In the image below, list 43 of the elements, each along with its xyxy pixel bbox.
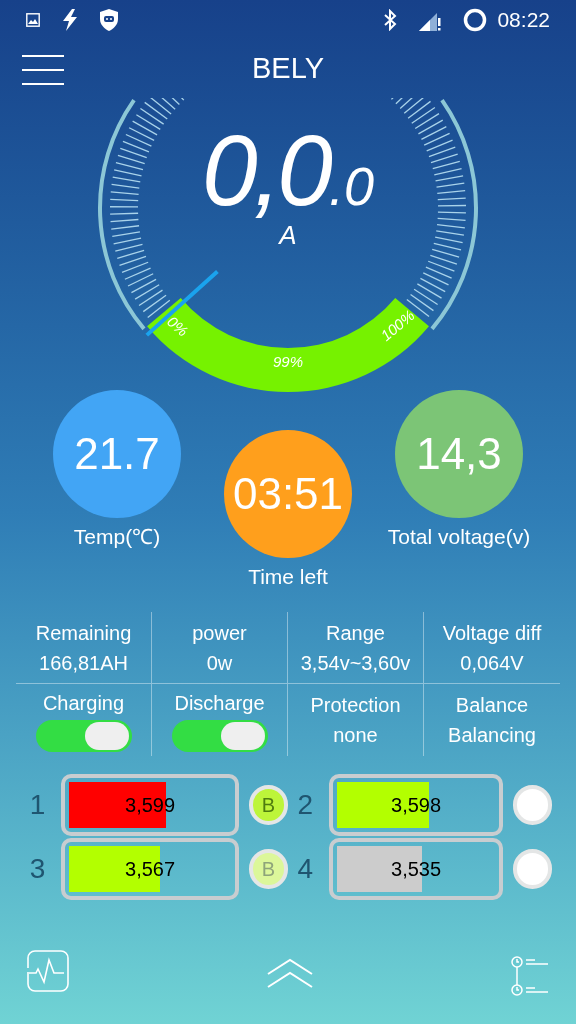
stat-label: Time left (248, 564, 328, 590)
cell-number: 4 (296, 852, 315, 886)
info-label: power (192, 620, 247, 646)
info-value: 3,54v~3,60v (300, 650, 411, 676)
menu-icon[interactable] (22, 55, 64, 85)
cell-number: 1 (28, 788, 47, 822)
stat-label: Temp(℃) (73, 524, 161, 550)
toggle-switch[interactable] (171, 720, 268, 752)
percent-label: 99% (273, 352, 303, 370)
cell-number: 3 (28, 852, 47, 886)
stat-label: Total voltage(v) (387, 524, 531, 550)
toggle-switch[interactable] (35, 720, 132, 752)
image-icon (26, 13, 40, 27)
cell-voltage: 3,535 (390, 857, 443, 882)
shield-icon (100, 9, 118, 31)
cell-number: 2 (296, 788, 315, 822)
bluetooth-icon (383, 9, 398, 31)
info-label: Range (326, 620, 385, 646)
balance-indicator: B (248, 785, 288, 825)
info-value: 0,064V (460, 650, 524, 676)
balance-indicator (513, 849, 552, 889)
clock-time: 08:22 (497, 7, 550, 34)
info-value: 166,81AH (39, 650, 128, 676)
circle-icon (463, 8, 488, 32)
heartbeat-icon[interactable] (27, 950, 69, 992)
timeline-icon[interactable] (511, 956, 549, 996)
info-label: Discharge (174, 691, 265, 716)
info-label: Balance (455, 693, 529, 718)
info-label: Voltage diff (442, 620, 542, 646)
app-title: BELY (252, 51, 324, 87)
double-chevron-up-icon[interactable] (267, 958, 313, 988)
balance-indicator: B (248, 849, 288, 889)
info-label: Remaining (35, 620, 132, 646)
current-reading: 0,0 (201, 120, 329, 220)
info-value: Balancing (448, 723, 536, 748)
scale-label: 0% (164, 312, 192, 340)
balance-indicator (513, 785, 552, 825)
info-label: Charging (42, 691, 125, 716)
lightning-icon (62, 9, 78, 31)
info-value: none (333, 723, 378, 748)
info-label: Protection (310, 693, 401, 718)
info-value: 0w (206, 650, 233, 676)
unit-label: A (279, 219, 297, 252)
